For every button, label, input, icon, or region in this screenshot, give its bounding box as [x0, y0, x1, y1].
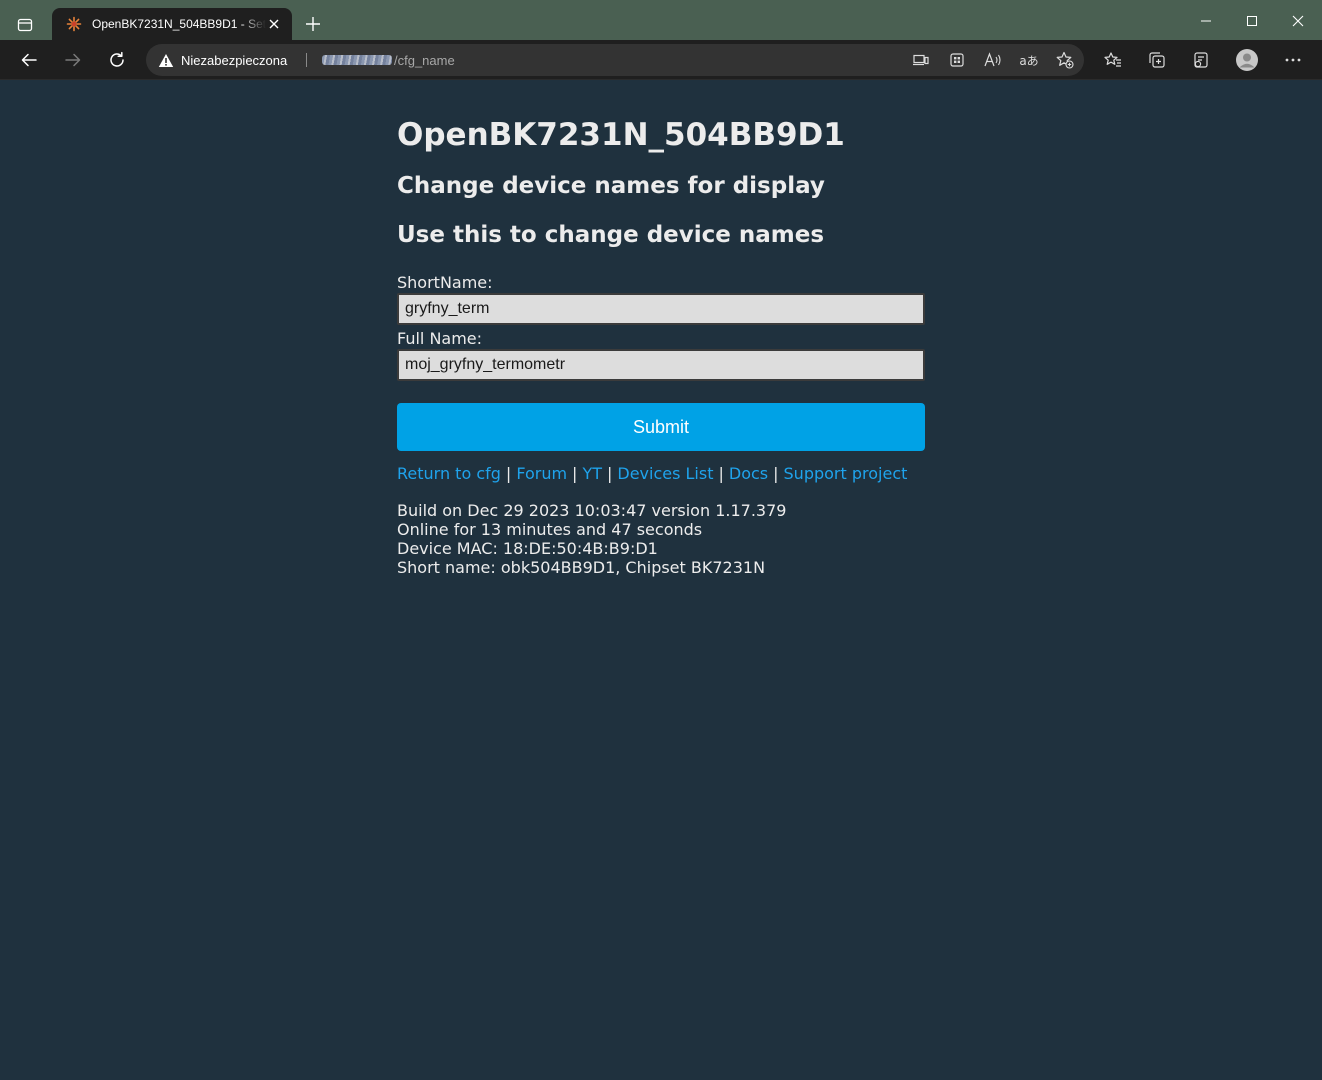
favorites-icon[interactable]	[1103, 50, 1123, 70]
plus-icon[interactable]	[302, 13, 324, 35]
submit-button[interactable]: Submit	[397, 403, 925, 451]
page-subtitle: Change device names for display	[397, 173, 825, 199]
url-path: /cfg_name	[394, 52, 455, 68]
address-divider	[306, 53, 307, 67]
warning-icon	[158, 53, 174, 67]
url-text[interactable]: /cfg_name	[322, 44, 455, 76]
mac-info: Device MAC: 18:DE:50:4B:B9:D1	[397, 539, 658, 558]
short-name-input[interactable]	[397, 293, 925, 325]
forum-link[interactable]: Forum	[516, 464, 567, 483]
short-name-label: ShortName:	[397, 273, 493, 292]
tab-title: OpenBK7231N_504BB9D1 - Setup	[92, 17, 266, 31]
security-label: Niezabezpieczona	[181, 52, 288, 68]
link-separator: |	[718, 464, 724, 483]
device-names-form: ShortName: Full Name: Submit	[397, 273, 925, 451]
security-indicator[interactable]: Niezabezpieczona	[158, 44, 287, 76]
more-options-icon[interactable]	[1283, 50, 1303, 70]
page-instruction: Use this to change device names	[397, 222, 825, 248]
yt-link[interactable]: YT	[582, 464, 602, 483]
refresh-icon[interactable]	[103, 46, 131, 74]
link-separator: |	[773, 464, 779, 483]
translate-icon[interactable]: aあ	[1019, 50, 1039, 70]
page-title: OpenBK7231N_504BB9D1	[397, 117, 845, 153]
address-bar[interactable]: Niezabezpieczona /cfg_name aあ	[146, 44, 1084, 76]
full-name-label: Full Name:	[397, 329, 483, 348]
link-separator: |	[606, 464, 613, 483]
link-separator: |	[572, 464, 578, 483]
device-icon[interactable]	[911, 50, 931, 70]
full-name-input[interactable]	[397, 349, 925, 381]
footer-links: Return to cfg | Forum | YT | Devices List | Docs…	[397, 464, 925, 484]
tab-actions-icon[interactable]	[10, 10, 40, 40]
redacted-host	[322, 55, 392, 65]
link-separator: |	[505, 464, 512, 483]
build-info: Build on Dec 29 2023 10:03:47 version 1.…	[397, 501, 787, 520]
return-to-cfg-link[interactable]: Return to cfg	[397, 464, 501, 483]
short-name-info: Short name: obk504BB9D1, Chipset BK7231N	[397, 558, 766, 577]
app-grid-icon[interactable]	[947, 50, 967, 70]
device-info: Build on Dec 29 2023 10:03:47 version 1.…	[397, 501, 925, 577]
page-content: OpenBK7231N_504BB9D1 Change device names…	[397, 80, 925, 577]
close-icon[interactable]	[266, 16, 282, 32]
read-aloud-icon[interactable]	[983, 50, 1003, 70]
minimize-icon[interactable]	[1183, 8, 1229, 34]
uptime-info: Online for 13 minutes and 47 seconds	[397, 520, 703, 539]
devices-list-link[interactable]: Devices List	[617, 464, 713, 483]
browser-essentials-icon[interactable]	[1191, 50, 1211, 70]
arrow-left-icon[interactable]	[15, 46, 43, 74]
arrow-right-icon[interactable]	[59, 46, 87, 74]
window-close-icon[interactable]	[1275, 8, 1321, 34]
collections-icon[interactable]	[1147, 50, 1167, 70]
support-project-link[interactable]: Support project	[784, 464, 908, 483]
maximize-icon[interactable]	[1229, 8, 1275, 34]
browser-titlebar: OpenBK7231N_504BB9D1 - Setup	[0, 0, 1322, 40]
browser-toolbar: Niezabezpieczona /cfg_name aあ	[0, 40, 1322, 80]
add-favorite-icon[interactable]	[1055, 50, 1075, 70]
browser-tab[interactable]: OpenBK7231N_504BB9D1 - Setup	[52, 8, 292, 40]
docs-link[interactable]: Docs	[729, 464, 768, 483]
openbk-favicon-icon	[66, 16, 82, 32]
profile-avatar-icon[interactable]	[1235, 48, 1259, 72]
